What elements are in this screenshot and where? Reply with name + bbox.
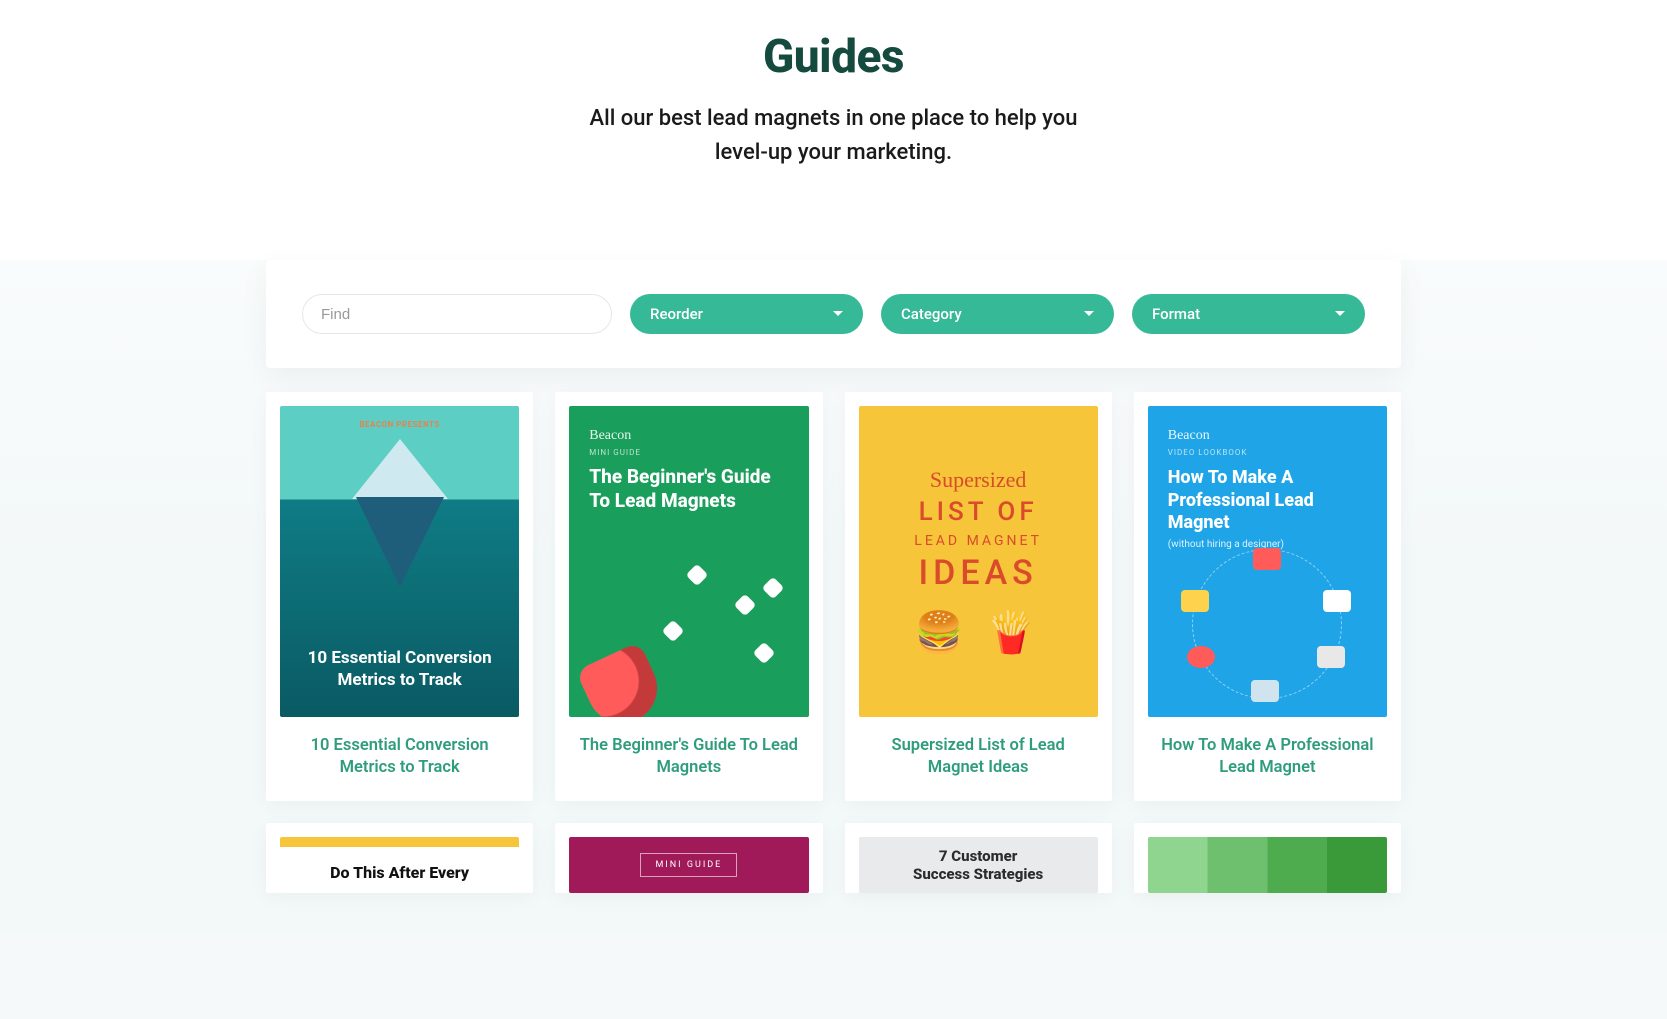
chevron-down-icon [1082, 307, 1096, 321]
guide-card[interactable]: MINI GUIDE [555, 823, 822, 893]
cover-brand: BEACON PRESENTS [359, 420, 439, 429]
cards-grid: BEACON PRESENTS 10 Essential Conversion … [266, 392, 1401, 893]
cover-brand: Beacon [1168, 428, 1367, 444]
guide-cover: Supersized LIST OF LEAD MAGNET IDEAS 🍔 🍟 [859, 406, 1098, 717]
reorder-select[interactable]: Reorder [630, 294, 863, 334]
cover-heading: How To Make A Professional Lead Magnet [1168, 467, 1367, 535]
guide-cover [1148, 837, 1387, 893]
iceberg-icon [352, 439, 448, 499]
guide-cover: Do This After Every [280, 837, 519, 893]
cover-heading: The Beginner's Guide To Lead Magnets [589, 465, 779, 513]
ring-icon [1192, 549, 1342, 699]
guide-title: Supersized List of Lead Magnet Ideas [868, 735, 1088, 780]
cover-line: LEAD MAGNET [914, 533, 1042, 549]
cover-line: LIST OF [919, 497, 1038, 527]
guide-card[interactable] [1134, 823, 1401, 893]
cover-heading: 10 Essential Conversion Metrics to Track [280, 647, 519, 691]
guide-card[interactable]: Beacon VIDEO LOOKBOOK How To Make A Prof… [1134, 392, 1401, 801]
cover-line: IDEAS [919, 553, 1038, 593]
magnet-icon [576, 641, 669, 717]
guide-title: How To Make A Professional Lead Magnet [1157, 735, 1377, 780]
format-label: Format [1152, 305, 1200, 323]
filter-bar: Reorder Category Format [266, 260, 1401, 368]
cover-sub: MINI GUIDE [589, 448, 788, 457]
format-select[interactable]: Format [1132, 294, 1365, 334]
reorder-label: Reorder [650, 305, 703, 323]
guide-cover: 7 Customer Success Strategies [859, 837, 1098, 893]
cover-line: Supersized [930, 467, 1027, 493]
category-label: Category [901, 305, 962, 323]
cover-art [569, 546, 808, 717]
cover-heading: MINI GUIDE [640, 853, 737, 877]
page-subtitle: All our best lead magnets in one place t… [20, 102, 1647, 170]
search-input[interactable] [302, 294, 612, 334]
guide-title: The Beginner's Guide To Lead Magnets [579, 735, 799, 780]
guide-card[interactable]: Supersized LIST OF LEAD MAGNET IDEAS 🍔 🍟… [845, 392, 1112, 801]
guide-cover: Beacon MINI GUIDE The Beginner's Guide T… [569, 406, 808, 717]
guide-card[interactable]: BEACON PRESENTS 10 Essential Conversion … [266, 392, 533, 801]
category-select[interactable]: Category [881, 294, 1114, 334]
guide-cover: Beacon VIDEO LOOKBOOK How To Make A Prof… [1148, 406, 1387, 717]
cover-sub: VIDEO LOOKBOOK [1168, 448, 1367, 457]
guide-card[interactable]: Do This After Every [266, 823, 533, 893]
emoji-icon: 🍔 🍟 [914, 609, 1042, 656]
guide-card[interactable]: Beacon MINI GUIDE The Beginner's Guide T… [555, 392, 822, 801]
cover-brand: Beacon [589, 428, 788, 444]
guide-cover: BEACON PRESENTS 10 Essential Conversion … [280, 406, 519, 717]
guide-card[interactable]: 7 Customer Success Strategies [845, 823, 1112, 893]
chevron-down-icon [831, 307, 845, 321]
chevron-down-icon [1333, 307, 1347, 321]
cover-heading: 7 Customer Success Strategies [913, 847, 1043, 883]
hero: Guides All our best lead magnets in one … [0, 0, 1667, 260]
page-title: Guides [20, 30, 1647, 84]
cover-heading: Do This After Every [330, 863, 469, 882]
guide-title: 10 Essential Conversion Metrics to Track [290, 735, 510, 780]
guide-cover: MINI GUIDE [569, 837, 808, 893]
